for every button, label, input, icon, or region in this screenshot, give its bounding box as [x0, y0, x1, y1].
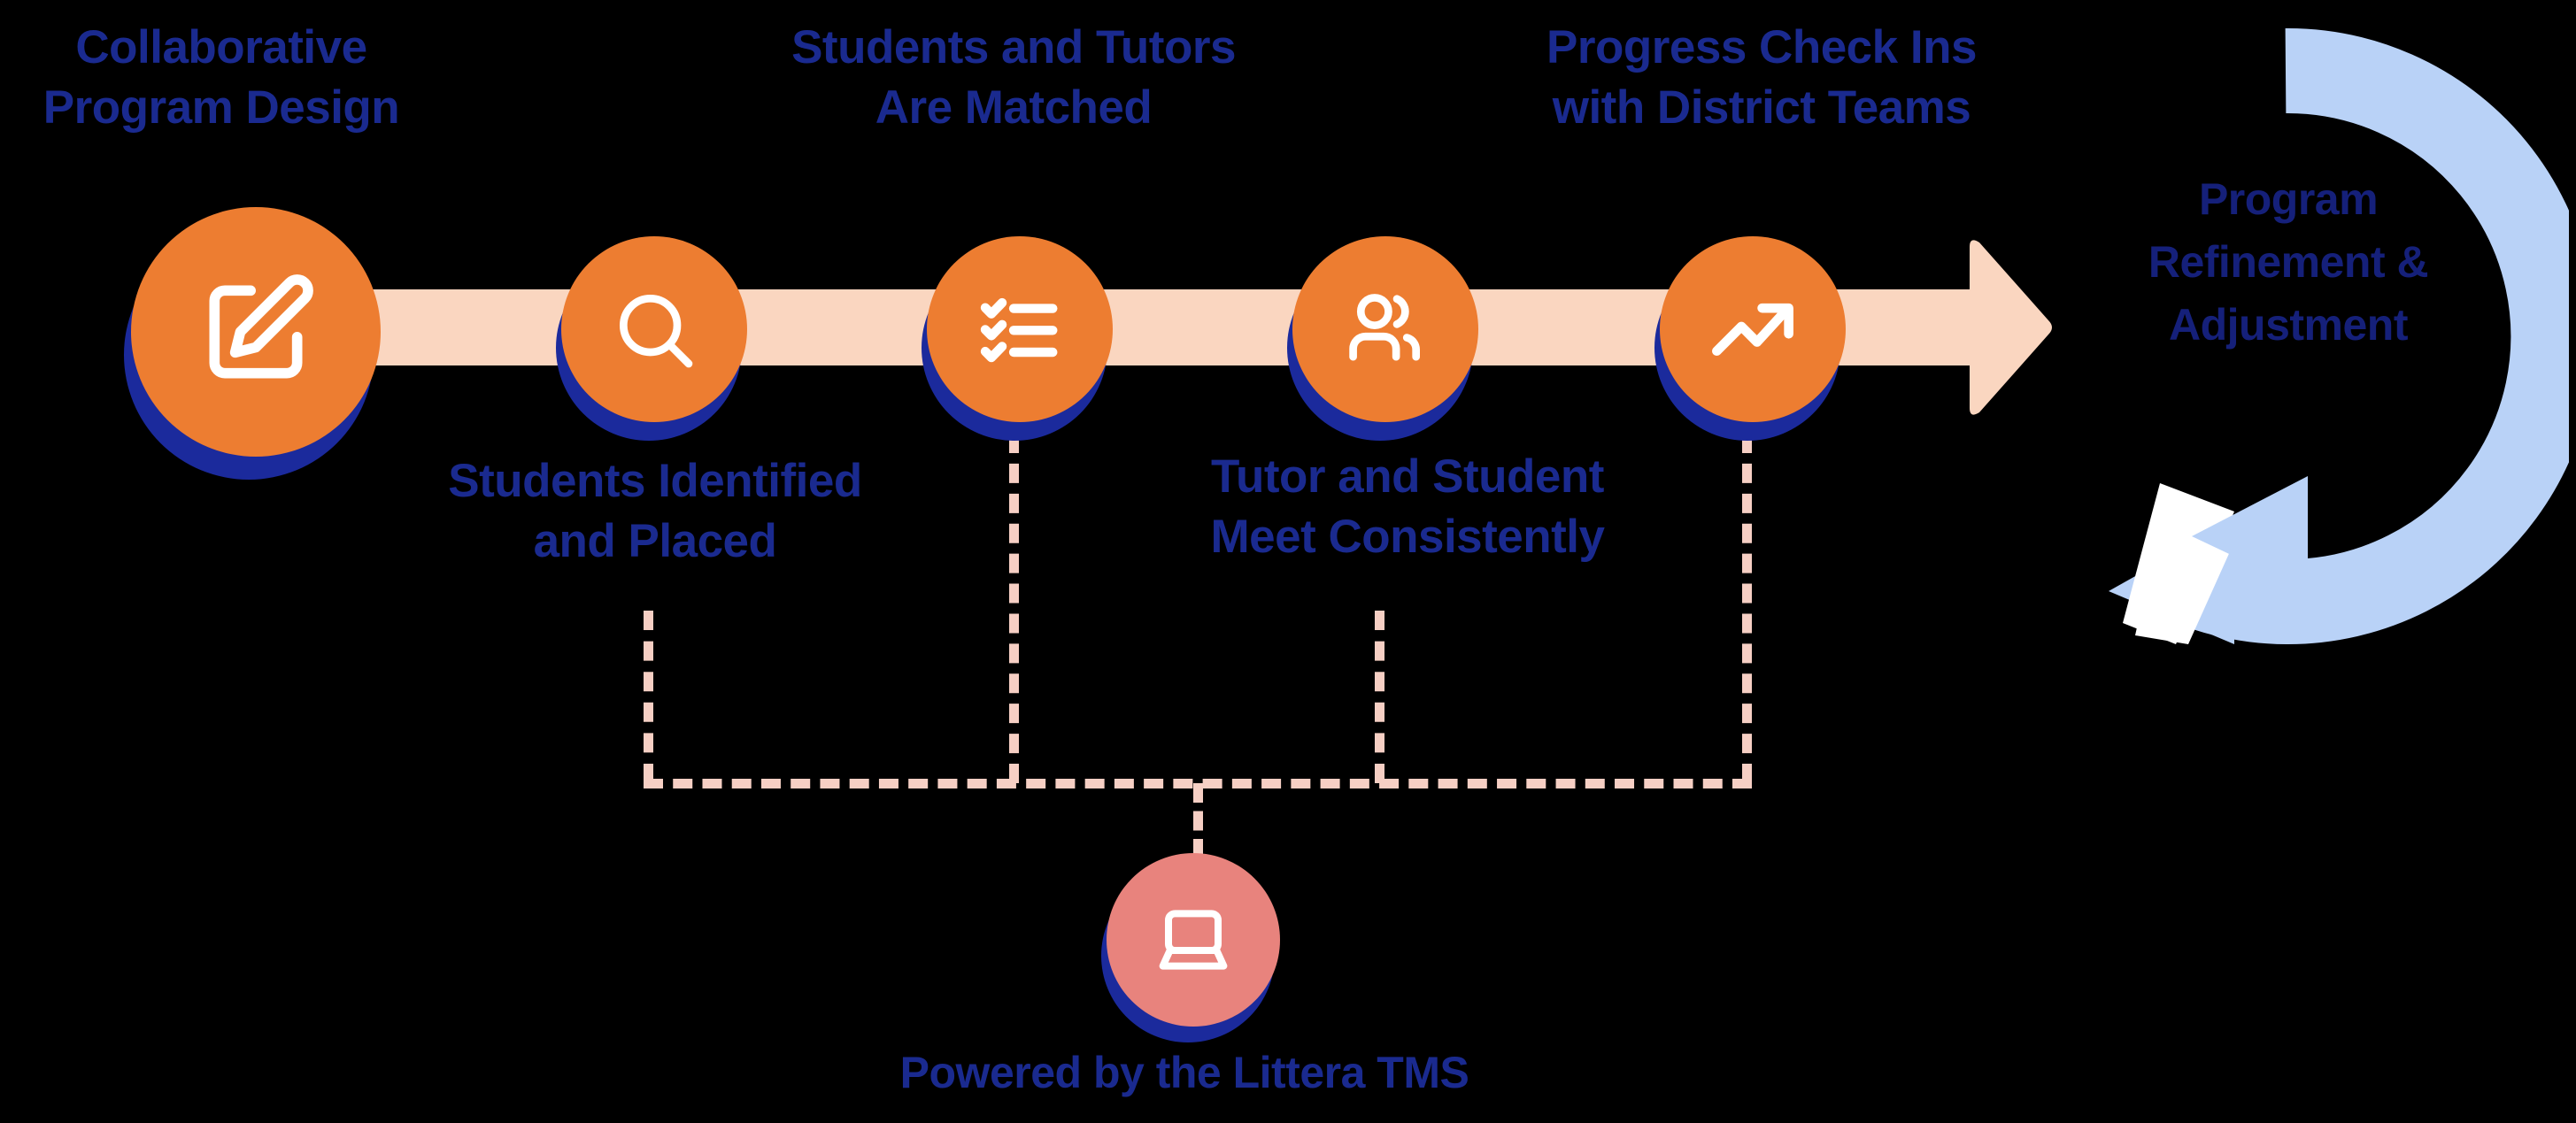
cycle-label: Program Refinement & Adjustment: [2148, 174, 2429, 350]
step-5-label: Progress Check Ins with District Teams: [1546, 21, 1977, 134]
edit-square-icon: [209, 274, 313, 379]
step-5-disc: [1660, 236, 1846, 422]
trending-up-icon: [1712, 303, 1793, 357]
tms-node[interactable]: [1096, 850, 1308, 1042]
dash-connector-step5: [1742, 434, 1752, 783]
dash-connector-step3: [1009, 434, 1019, 783]
search-icon: [620, 295, 693, 368]
step-3-disc: [927, 236, 1113, 422]
step-3-label: Students and Tutors Are Matched: [791, 21, 1236, 134]
dash-connector-tms: [1193, 783, 1203, 858]
step-1-label: Collaborative Program Design: [42, 21, 400, 134]
tms-label: Powered by the Littera TMS: [899, 1048, 1469, 1097]
step-3-node[interactable]: [914, 232, 1127, 441]
step-2-label: Students Identified and Placed: [448, 455, 862, 567]
dash-connector-step2: [644, 611, 653, 783]
step-4-label: Tutor and Student Meet Consistently: [1210, 450, 1605, 563]
step-2-disc: [561, 236, 747, 422]
step-1-node[interactable]: [115, 202, 398, 480]
step-1-disc: [131, 207, 381, 457]
step-5-node[interactable]: [1647, 232, 1860, 441]
step-4-node[interactable]: [1280, 232, 1492, 441]
flow-diagram: Program Refinement & Adjustment Collabor…: [0, 0, 2576, 1123]
checklist-icon: [980, 297, 1058, 363]
dash-connector-step4: [1375, 611, 1384, 783]
laptop-icon: [1159, 910, 1228, 970]
tms-disc: [1107, 853, 1280, 1027]
step-4-disc: [1292, 236, 1478, 422]
users-icon: [1349, 294, 1420, 361]
step-2-node[interactable]: [549, 232, 761, 441]
